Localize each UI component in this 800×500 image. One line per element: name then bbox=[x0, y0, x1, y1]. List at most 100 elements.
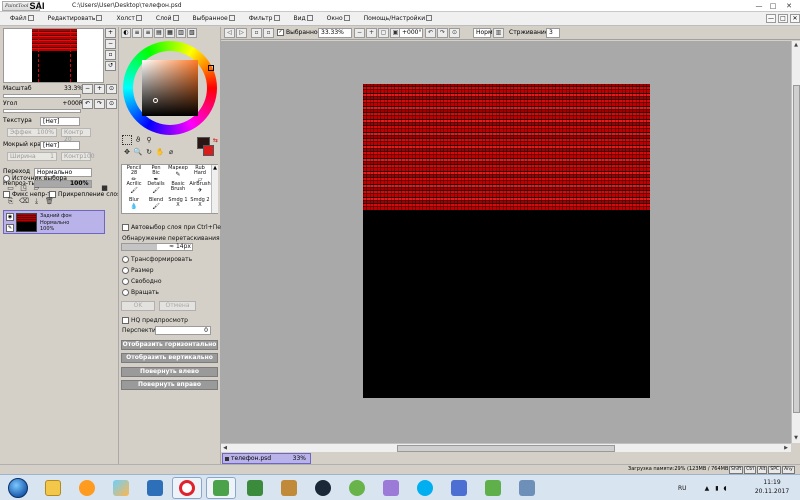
background-color-swatch[interactable] bbox=[203, 145, 214, 156]
new-vector-layer-icon[interactable]: ◳ bbox=[19, 184, 28, 193]
color-picker-marker[interactable] bbox=[153, 98, 158, 103]
ok-button[interactable]: OK bbox=[121, 301, 155, 311]
deselect-icon[interactable]: ▫ bbox=[251, 28, 262, 38]
toolbar-zoom-in-icon[interactable]: + bbox=[366, 28, 377, 38]
zoom-plus-button[interactable]: + bbox=[94, 84, 105, 94]
brush-smudge-2[interactable]: Smdg 2X bbox=[189, 198, 211, 214]
reset-icon[interactable]: ↺ bbox=[105, 61, 116, 71]
taskbar-app[interactable] bbox=[140, 477, 170, 499]
saturation-value-square[interactable] bbox=[142, 60, 198, 116]
palette-tab-icon[interactable]: ▧ bbox=[187, 28, 197, 38]
brush-basic[interactable]: Basic Brush bbox=[167, 182, 189, 198]
taskbar-sai-2[interactable] bbox=[240, 477, 270, 499]
toolbar-rotate-reset-icon[interactable]: ⊙ bbox=[449, 28, 460, 38]
navigator-preview[interactable] bbox=[3, 28, 104, 83]
menu-view[interactable]: Вид bbox=[290, 14, 317, 24]
scratchpad-tab-icon[interactable]: ▥ bbox=[176, 28, 186, 38]
color-wheel[interactable] bbox=[123, 41, 217, 135]
rotate-left-button[interactable]: ↶ bbox=[82, 99, 93, 109]
minimize-button[interactable]: — bbox=[752, 1, 766, 11]
rotate-right-button[interactable]: ↷ bbox=[94, 99, 105, 109]
selection-source-radio[interactable]: Источник выбора bbox=[3, 174, 67, 184]
delete-layer-icon[interactable]: 🗑 bbox=[45, 197, 54, 206]
angle-field[interactable]: +000° bbox=[399, 28, 423, 38]
hq-preview-checkbox[interactable]: HQ предпросмотр bbox=[122, 316, 188, 325]
copy-layer-icon[interactable]: ⎘ bbox=[6, 197, 15, 206]
brush-marker[interactable]: Маркер ✎ bbox=[167, 166, 189, 182]
toolbar-zoom-out-icon[interactable]: − bbox=[354, 28, 365, 38]
wet-edge-select[interactable]: [Нет] bbox=[40, 141, 80, 150]
show-selection-checkbox[interactable]: ✓ Выбранное bbox=[277, 28, 321, 38]
clock[interactable]: 11:19 20.11.2017 bbox=[752, 478, 792, 496]
scroll-left-icon[interactable]: ◀ bbox=[221, 444, 229, 452]
clear-layer-icon[interactable]: ⌫ bbox=[19, 197, 29, 206]
brush-details[interactable]: Details 🖌 bbox=[145, 182, 167, 198]
menu-window[interactable]: Окно bbox=[323, 14, 354, 24]
stabilizer-field[interactable]: 3 bbox=[546, 28, 560, 38]
hand-icon[interactable]: ✋ bbox=[155, 147, 165, 157]
zoom-minus-button[interactable]: − bbox=[82, 84, 93, 94]
rect-select-icon[interactable] bbox=[122, 135, 132, 145]
zoom-slider[interactable] bbox=[3, 94, 81, 98]
angle-slider[interactable] bbox=[3, 109, 81, 113]
toolbar-rotate-right-icon[interactable]: ↷ bbox=[437, 28, 448, 38]
brush-acrilic[interactable]: Acrilic 🖌 bbox=[123, 182, 145, 198]
horizontal-scroll-thumb[interactable] bbox=[397, 445, 615, 452]
zoom-field[interactable]: 33.33% bbox=[318, 28, 352, 38]
scroll-down-icon[interactable]: ▼ bbox=[792, 434, 800, 442]
lasso-icon[interactable]: ϑ bbox=[133, 135, 143, 145]
invert-select-icon[interactable]: ▫ bbox=[263, 28, 274, 38]
hsv-slider-tab-icon[interactable]: ≡ bbox=[143, 28, 153, 38]
flip-horizontal-button[interactable]: Отобразить горизонтально bbox=[121, 340, 218, 350]
swap-colors-icon[interactable]: ⇆ bbox=[213, 137, 218, 144]
brush-blend[interactable]: Blend 🖌 bbox=[145, 198, 167, 214]
vertical-scrollbar[interactable]: ▲ ▼ bbox=[791, 41, 800, 443]
rotate-reset-button[interactable]: ⊙ bbox=[106, 99, 117, 109]
zoom-tool-icon[interactable]: 🔍 bbox=[133, 147, 143, 157]
brush-pen[interactable]: Pen Bic ✒ bbox=[145, 166, 167, 184]
move-icon[interactable]: ✥ bbox=[122, 147, 132, 157]
perspective-field[interactable]: 0 bbox=[155, 326, 211, 335]
taskbar-browser[interactable] bbox=[376, 477, 406, 499]
toolbar-zoom-reset-icon[interactable]: ▢ bbox=[378, 28, 389, 38]
brush-airbrush[interactable]: AirBrush ✈ bbox=[189, 182, 211, 198]
undo-icon[interactable]: ◁ bbox=[224, 28, 235, 38]
rotate-right-90-button[interactable]: Повернуть вправо bbox=[121, 380, 218, 390]
horizontal-scrollbar[interactable]: ◀ ▶ bbox=[221, 443, 791, 452]
menu-edit[interactable]: Редактировать bbox=[44, 14, 107, 24]
doc-minimize-button[interactable]: — bbox=[766, 14, 776, 23]
rgb-slider-tab-icon[interactable]: ≡ bbox=[132, 28, 142, 38]
flip-view-icon[interactable]: ▥ bbox=[493, 28, 504, 38]
menu-help[interactable]: Помощь/Настройки bbox=[360, 14, 436, 24]
zoom-out-icon[interactable]: − bbox=[105, 39, 116, 49]
brush-lock-icon[interactable]: ✎ bbox=[6, 224, 14, 232]
menu-selection[interactable]: Выбранное bbox=[189, 14, 239, 24]
language-indicator[interactable]: RU bbox=[678, 485, 687, 492]
new-layer-icon[interactable]: ▭ bbox=[6, 184, 15, 193]
network-icon[interactable]: ▮ bbox=[715, 485, 718, 492]
scroll-up-icon[interactable]: ▲ bbox=[792, 41, 800, 49]
taskbar-skype[interactable] bbox=[410, 477, 440, 499]
gradient-tab-icon[interactable]: ▤ bbox=[154, 28, 164, 38]
brush-blur[interactable]: Blur 💧 bbox=[123, 198, 145, 214]
menu-filter[interactable]: Фильтр bbox=[245, 14, 284, 24]
doc-close-button[interactable]: ✕ bbox=[790, 14, 800, 23]
hue-marker[interactable] bbox=[208, 65, 214, 71]
taskbar-paint[interactable] bbox=[106, 477, 136, 499]
flip-vertical-button[interactable]: Отобразить вертикально bbox=[121, 353, 218, 363]
brush-pencil[interactable]: Pencil 28 ✏ bbox=[123, 166, 145, 184]
free-radio[interactable]: Свободно bbox=[122, 277, 162, 286]
canvas-area[interactable] bbox=[221, 41, 791, 443]
brush-smudge-1[interactable]: Smdg 1X bbox=[167, 198, 189, 214]
layer-mask-icon[interactable]: ■ bbox=[100, 184, 109, 193]
eyedropper-icon[interactable]: ⌀ bbox=[166, 147, 176, 157]
redo-icon[interactable]: ▷ bbox=[236, 28, 247, 38]
taskbar-steam[interactable] bbox=[308, 477, 338, 499]
fit-icon[interactable]: ▫ bbox=[105, 50, 116, 60]
taskbar-app-2[interactable] bbox=[444, 477, 474, 499]
taskbar-image-app[interactable] bbox=[274, 477, 304, 499]
rotate-radio[interactable]: Вращать bbox=[122, 288, 159, 297]
transform-radio[interactable]: Трансформировать bbox=[122, 255, 192, 264]
taskbar-opera[interactable] bbox=[172, 477, 202, 499]
zoom-reset-button[interactable]: ⊙ bbox=[106, 84, 117, 94]
